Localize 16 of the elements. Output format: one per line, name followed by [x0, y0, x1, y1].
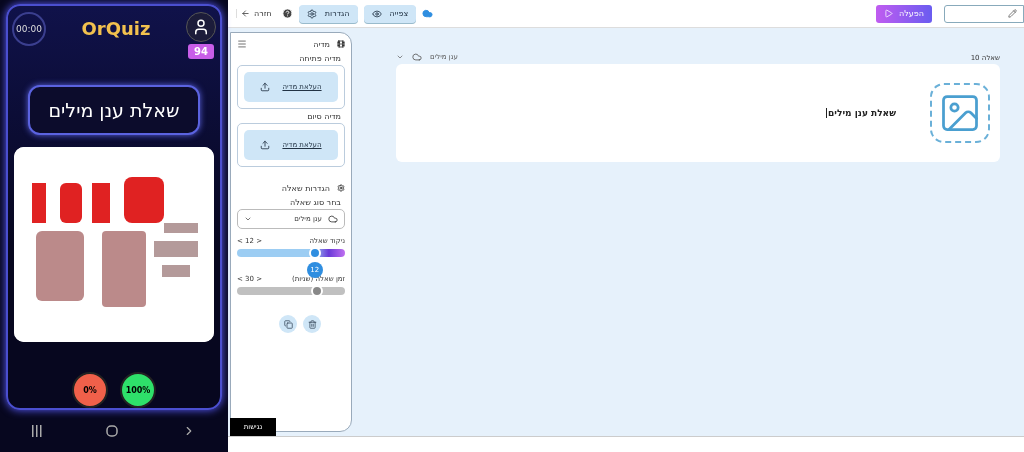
- percentage-dot: 0%: [72, 372, 108, 408]
- timer: 00:00: [12, 12, 46, 46]
- settings-button[interactable]: הגדרות: [298, 4, 358, 23]
- question-text[interactable]: שאלת ענן מילים: [826, 108, 896, 118]
- closing-media-label: מדיה סיום: [306, 112, 341, 121]
- opening-media-label: מדיה פתיחה: [298, 54, 341, 63]
- score-badge: 94: [188, 44, 214, 59]
- question-title: שאלת ענן מילים: [28, 85, 200, 135]
- question-type-label: בחר סוג שאלה: [289, 198, 341, 207]
- logo: OrQuiz: [81, 18, 151, 39]
- back-button[interactable]: חזרה: [236, 9, 276, 18]
- preview-button[interactable]: צפייה: [363, 4, 417, 23]
- question-settings-heading: הגדרות שאלה: [281, 184, 330, 193]
- media-heading: מדיה: [313, 40, 330, 49]
- percentage-dot: 100%: [120, 372, 156, 408]
- activate-button[interactable]: הפעלה: [876, 4, 932, 23]
